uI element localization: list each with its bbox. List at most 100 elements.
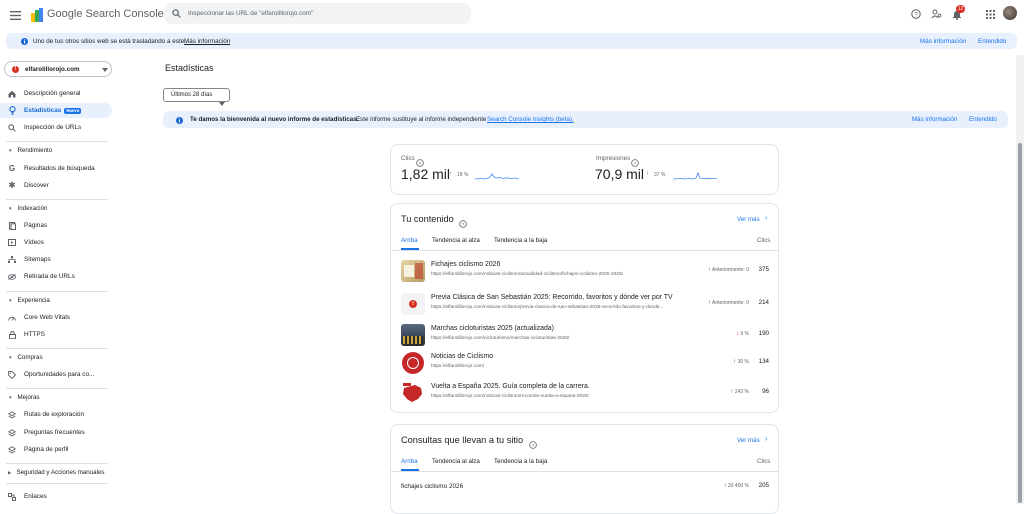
row-clicks: 375	[758, 266, 769, 273]
asterisk-icon: ✱	[8, 180, 16, 190]
queries-see-more-button[interactable]: Ver más	[737, 437, 760, 444]
banner-text: Uno de tus otros sitios web se está tras…	[33, 37, 186, 45]
sidebar-item-overview[interactable]: Descripción general	[0, 86, 112, 101]
section-indexing[interactable]: ▼ Indexación	[8, 205, 47, 212]
sidebar-item-search-results[interactable]: G Resultados de búsqueda	[0, 161, 112, 176]
links-icon	[0, 492, 24, 501]
chevron-right-icon[interactable]: ›	[765, 215, 767, 222]
chevron-down-icon: ▼	[8, 395, 13, 400]
row-url: https://elfarolillorojo.com/noticias-cic…	[431, 272, 623, 277]
list-item[interactable]: Noticias de Ciclismo https://elfarolillo…	[399, 348, 771, 378]
sidebar-item-shopping-opportunities[interactable]: Oportunidades para co...	[0, 367, 112, 382]
banner-link[interactable]: Más información	[184, 38, 230, 45]
list-item[interactable]: ! Previa Clásica de San Sebastián 2025: …	[399, 289, 771, 319]
sidebar-item-insights[interactable]: Estadísticas Nuevo	[0, 103, 112, 118]
arrow-up-icon: ↑	[449, 171, 452, 177]
users-settings-icon[interactable]	[930, 8, 942, 20]
tab-trending-up[interactable]: Tendencia al alza	[432, 458, 480, 465]
list-item[interactable]: Marchas cicloturistas 2025 (actualizada)…	[399, 320, 771, 350]
content-tabs: Arriba Tendencia al alza Tendencia a la …	[401, 237, 773, 249]
layers-icon	[0, 410, 24, 419]
list-item[interactable]: Fichajes ciclismo 2026 https://elfarolil…	[399, 256, 771, 286]
help-icon[interactable]: ?	[459, 215, 467, 233]
sidebar-item-breadcrumbs[interactable]: Rutas de exploración	[0, 407, 112, 422]
row-trend: ↑ Anteriormente: 0	[708, 267, 749, 273]
section-enhancements[interactable]: ▼ Mejoras	[8, 394, 39, 401]
chevron-down-icon: ▼	[8, 355, 13, 360]
content-card: Tu contenido ? Ver más › Arriba Tendenci…	[390, 203, 779, 413]
help-icon[interactable]: ?	[529, 436, 537, 454]
divider	[391, 471, 778, 472]
tab-trending-up[interactable]: Tendencia al alza	[432, 237, 480, 244]
menu-icon[interactable]	[8, 8, 22, 22]
chevron-right-icon[interactable]: ›	[765, 436, 767, 443]
divider	[391, 250, 778, 251]
scrollbar[interactable]	[1016, 55, 1024, 504]
arrow-up-icon: ↑	[646, 171, 649, 177]
section-title: Experiencia	[17, 297, 50, 304]
google-g-icon: G	[8, 164, 16, 173]
sidebar-item-url-inspection[interactable]: Inspección de URLs	[0, 120, 112, 135]
divider	[6, 463, 108, 464]
property-selector[interactable]: ! elfarolillorojo.com	[4, 61, 112, 77]
thumbnail-image	[401, 324, 425, 346]
insights-info-link[interactable]: Search Console Insights (beta).	[487, 116, 574, 123]
row-title[interactable]: Fichajes ciclismo 2026	[431, 261, 500, 268]
sidebar-item-pages[interactable]: Páginas	[0, 218, 112, 233]
sidebar-item-links[interactable]: Enlaces	[0, 489, 112, 504]
sidebar-item-videos[interactable]: Vídeos	[0, 235, 112, 250]
sidebar-item-faq[interactable]: Preguntas frecuentes	[0, 425, 112, 440]
row-clicks: 205	[758, 482, 769, 489]
chevron-down-icon: ▼	[8, 298, 13, 303]
chevron-down-icon	[101, 66, 108, 73]
banner-dismiss-button[interactable]: Entendido	[978, 38, 1006, 45]
date-range-select[interactable]: Últimos 28 días	[163, 88, 230, 106]
pages-icon	[0, 221, 24, 230]
tab-top[interactable]: Arriba	[401, 458, 418, 465]
banner-more-info-button[interactable]: Más información	[920, 38, 966, 45]
sidebar-item-discover[interactable]: ✱ Discover	[0, 178, 112, 193]
arrow-down-icon: ↓	[735, 331, 739, 337]
query-text[interactable]: fichajes ciclismo 2026	[401, 483, 463, 490]
row-title[interactable]: Previa Clásica de San Sebastián 2025: Re…	[431, 294, 673, 301]
search-input[interactable]: Inspeccionar las URL de "elfarolillorojo…	[188, 10, 313, 17]
help-icon[interactable]: ?	[910, 8, 922, 20]
sidebar-item-label: HTTPS	[24, 331, 45, 338]
sidebar-item-label: Enlaces	[24, 493, 47, 500]
list-item[interactable]: Vuelta a España 2025. Guía completa de l…	[399, 378, 771, 408]
layers-icon	[0, 445, 24, 454]
divider	[6, 348, 108, 349]
tab-trending-down[interactable]: Tendencia a la baja	[494, 458, 547, 465]
sidebar-item-removals[interactable]: Retirada de URLs	[0, 269, 112, 284]
insights-more-info-button[interactable]: Más información	[912, 116, 957, 123]
avatar[interactable]	[1003, 6, 1017, 20]
tab-trending-down[interactable]: Tendencia a la baja	[494, 237, 547, 244]
search-bar[interactable]: Inspeccionar las URL de "elfarolillorojo…	[164, 3, 471, 24]
row-trend: ↑ 243 %	[730, 389, 749, 395]
chevron-down-icon: ▼	[8, 148, 13, 153]
app-title[interactable]: Google Search Console	[47, 8, 164, 20]
sidebar-item-sitemaps[interactable]: Sitemaps	[0, 252, 112, 267]
section-experience[interactable]: ▼ Experiencia	[8, 297, 50, 304]
sidebar-item-https[interactable]: HTTPS	[0, 327, 112, 342]
sidebar-item-core-web-vitals[interactable]: Core Web Vitals	[0, 310, 112, 325]
migration-banner: Uno de tus otros sitios web se está tras…	[6, 33, 1017, 49]
queries-title: Consultas que llevan a tu sitio	[401, 435, 524, 445]
date-range-value: Últimos 28 días	[171, 92, 213, 98]
main-content: Estadísticas Últimos 28 días Te damos la…	[120, 55, 1016, 514]
apps-grid-icon[interactable]	[984, 8, 996, 20]
scrollbar-thumb[interactable]	[1018, 143, 1022, 503]
section-performance[interactable]: ▼ Rendimiento	[8, 147, 52, 154]
section-security[interactable]: ▶ Seguridad y Acciones manuales	[8, 469, 105, 476]
tab-top[interactable]: Arriba	[401, 237, 418, 244]
row-title[interactable]: Marchas cicloturistas 2025 (actualizada)	[431, 325, 554, 332]
sidebar-item-profile-page[interactable]: Página de perfil	[0, 442, 112, 457]
section-shopping[interactable]: ▼ Compras	[8, 354, 43, 361]
query-row[interactable]: fichajes ciclismo 2026 ↑ 20.400 % 205	[399, 477, 771, 497]
row-title[interactable]: Noticias de Ciclismo	[431, 353, 493, 360]
content-see-more-button[interactable]: Ver más	[737, 216, 760, 223]
row-title[interactable]: Vuelta a España 2025. Guía completa de l…	[431, 383, 590, 390]
insights-dismiss-button[interactable]: Entendido	[969, 116, 997, 123]
page-title: Estadísticas	[165, 63, 214, 73]
search-console-logo-icon[interactable]	[30, 7, 44, 22]
